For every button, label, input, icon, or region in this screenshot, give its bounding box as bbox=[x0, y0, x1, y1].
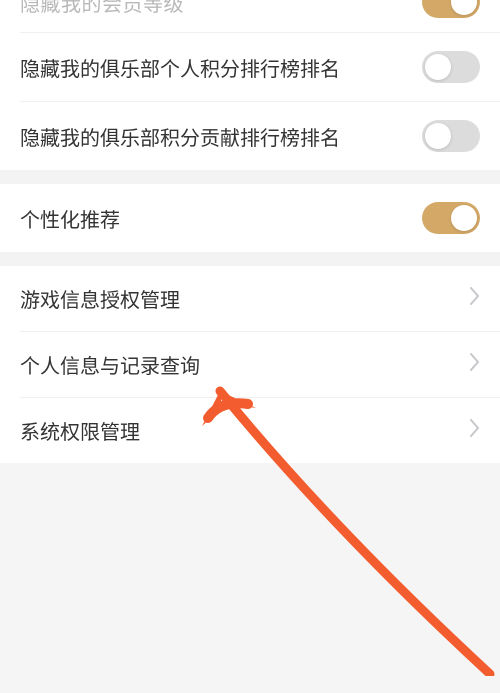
hide-club-contribution-rank-toggle[interactable] bbox=[422, 120, 480, 152]
chevron-right-icon bbox=[470, 353, 480, 376]
personal-info-records-label: 个人信息与记录查询 bbox=[20, 350, 200, 379]
section-gap bbox=[0, 170, 500, 184]
toggle-knob bbox=[451, 205, 477, 231]
section-gap bbox=[0, 252, 500, 266]
hide-club-personal-rank-label: 隐藏我的俱乐部个人积分排行榜排名 bbox=[20, 53, 340, 82]
hide-club-contribution-rank-row: 隐藏我的俱乐部积分贡献排行榜排名 bbox=[0, 102, 500, 170]
personalized-recommendation-label: 个性化推荐 bbox=[20, 204, 120, 233]
hide-member-level-toggle[interactable] bbox=[422, 0, 480, 18]
hide-member-level-row: 隐藏我的会员等级 bbox=[0, 0, 500, 32]
game-info-auth-label: 游戏信息授权管理 bbox=[20, 284, 180, 313]
empty-space bbox=[0, 463, 500, 693]
hide-member-level-label: 隐藏我的会员等级 bbox=[20, 0, 184, 17]
personal-info-records-row[interactable]: 个人信息与记录查询 bbox=[0, 332, 500, 397]
personalization-section: 个性化推荐 bbox=[0, 184, 500, 252]
hide-club-contribution-rank-label: 隐藏我的俱乐部积分贡献排行榜排名 bbox=[20, 122, 340, 151]
personalized-recommendation-row: 个性化推荐 bbox=[0, 184, 500, 252]
system-permission-label: 系统权限管理 bbox=[20, 416, 140, 445]
chevron-right-icon bbox=[470, 419, 480, 442]
toggle-knob bbox=[425, 54, 451, 80]
game-info-auth-row[interactable]: 游戏信息授权管理 bbox=[0, 266, 500, 331]
privacy-section: 隐藏我的会员等级 隐藏我的俱乐部个人积分排行榜排名 隐藏我的俱乐部积分贡献排行榜… bbox=[0, 0, 500, 170]
chevron-right-icon bbox=[470, 287, 480, 310]
system-permission-row[interactable]: 系统权限管理 bbox=[0, 398, 500, 463]
hide-club-personal-rank-toggle[interactable] bbox=[422, 51, 480, 83]
personalized-recommendation-toggle[interactable] bbox=[422, 202, 480, 234]
hide-club-personal-rank-row: 隐藏我的俱乐部个人积分排行榜排名 bbox=[0, 33, 500, 101]
toggle-knob bbox=[451, 0, 477, 15]
management-section: 游戏信息授权管理 个人信息与记录查询 系统权限管理 bbox=[0, 266, 500, 463]
toggle-knob bbox=[425, 123, 451, 149]
